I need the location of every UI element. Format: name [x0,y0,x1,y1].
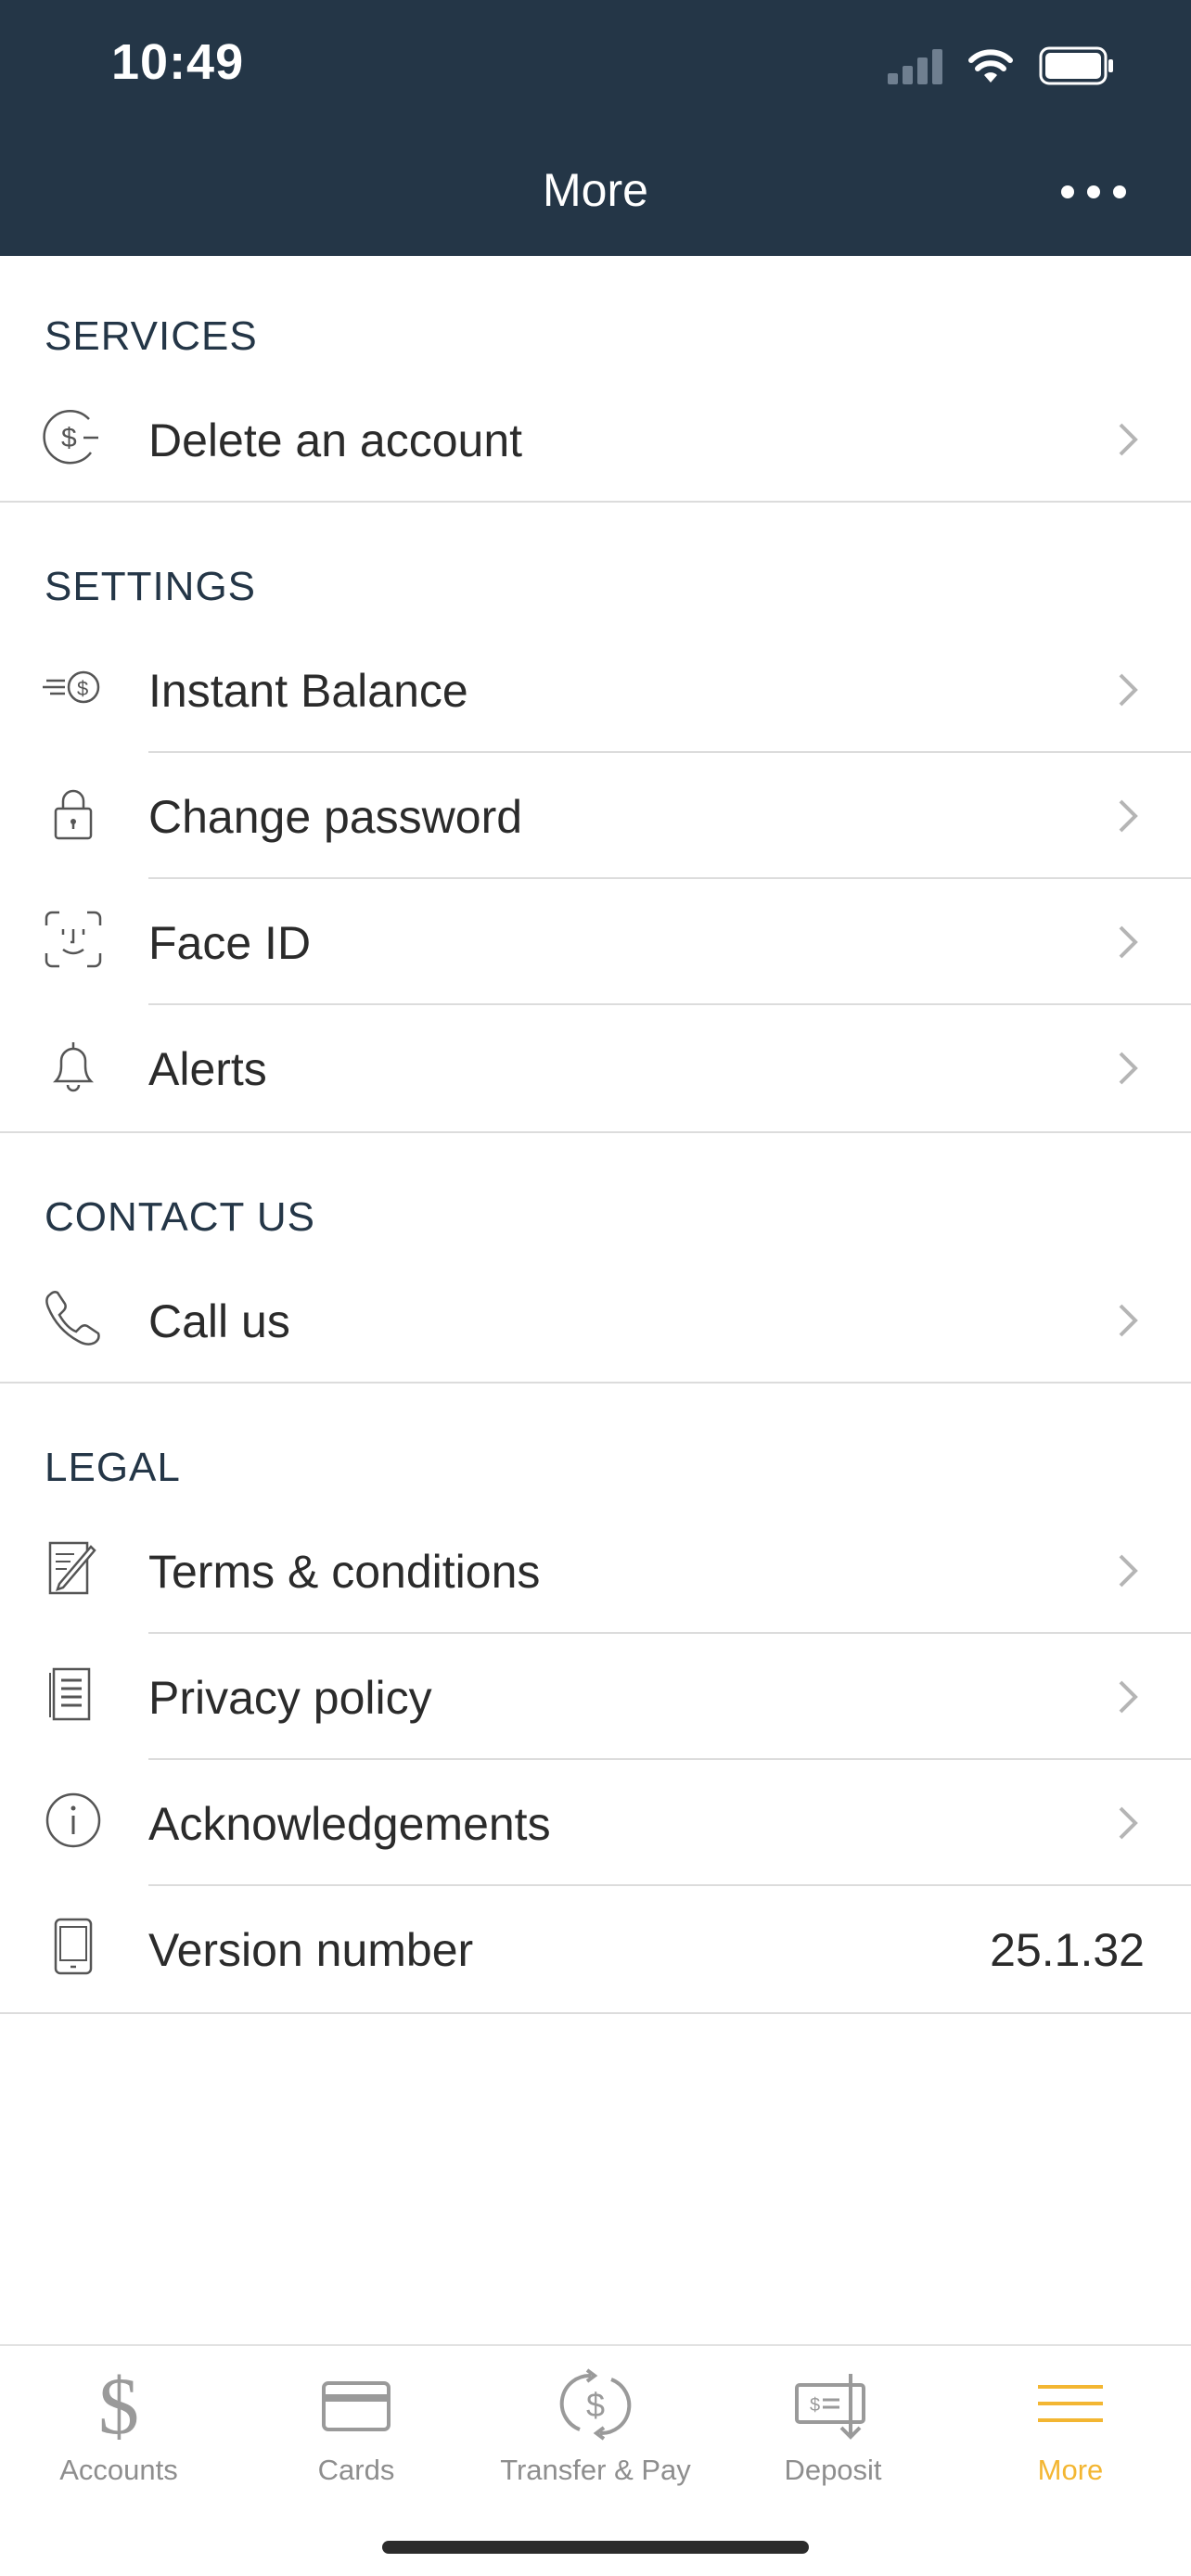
row-label: Acknowledgements [148,1798,551,1850]
wifi-icon [968,49,1013,83]
tab-label: Cards [317,2454,395,2486]
chevron-right-icon [1119,1806,1138,1840]
tab-transfer-pay[interactable]: $ Transfer & Pay [493,2363,698,2502]
divider [0,1131,1191,1133]
status-icons [888,43,1115,89]
row-privacy-policy[interactable]: Privacy policy [0,1634,1191,1760]
bell-icon [52,1042,95,1092]
row-label: Face ID [148,917,312,969]
row-label: Terms & conditions [148,1546,541,1598]
row-label: Instant Balance [148,665,468,717]
row-version-number: Version number 25.1.32 [0,1886,1191,2012]
document-pen-icon [48,1541,96,1595]
row-face-id[interactable]: Face ID [0,879,1191,1005]
home-indicator[interactable] [382,2541,809,2554]
divider [0,1382,1191,1384]
tab-deposit[interactable]: $ Deposit [731,2363,935,2502]
row-terms-conditions[interactable]: Terms & conditions [0,1508,1191,1634]
row-call-us[interactable]: Call us [0,1257,1191,1384]
chevron-right-icon [1119,673,1138,707]
menu-icon [1038,2385,1103,2422]
row-change-password[interactable]: Change password [0,753,1191,879]
row-instant-balance[interactable]: $ Instant Balance [0,627,1191,753]
row-label: Version number [148,1924,474,1976]
dollar-icon: $ [98,2363,139,2446]
row-label: Call us [148,1295,290,1347]
row-label: Change password [148,791,523,843]
instant-balance-icon: $ [43,670,100,704]
app-screen: 10:49 More SERVICES $ Delete an account [0,0,1191,2576]
tab-accounts[interactable]: $ Accounts [17,2363,221,2502]
divider [0,501,1191,503]
row-delete-account[interactable]: $ Delete an account [0,376,1191,503]
tab-label: Accounts [59,2454,178,2486]
phone-device-icon [54,1918,93,1975]
dollar-circle-icon: $ [43,409,98,465]
nav-header: 10:49 More [0,0,1191,256]
check-deposit-icon: $ [795,2374,865,2440]
info-icon [45,1792,101,1848]
page-title: More [543,164,648,216]
row-label: Privacy policy [148,1672,432,1724]
section-title-contact-us: CONTACT US [45,1194,315,1240]
chevron-right-icon [1119,1304,1138,1337]
section-title-legal: LEGAL [45,1445,181,1490]
transfer-icon: $ [559,2368,632,2441]
tab-more[interactable]: More [968,2363,1172,2502]
chevron-right-icon [1119,799,1138,833]
status-time: 10:49 [111,34,245,90]
phone-icon [45,1291,100,1345]
svg-text:$: $ [98,2363,139,2446]
chevron-right-icon [1119,1554,1138,1588]
chevron-right-icon [1119,925,1138,959]
row-label: Delete an account [148,414,523,466]
tab-label: More [1037,2454,1104,2486]
tab-label: Deposit [784,2454,882,2486]
signal-icon [888,47,942,84]
svg-text:$: $ [810,2395,820,2416]
more-options-icon[interactable] [1061,178,1126,206]
row-acknowledgements[interactable]: Acknowledgements [0,1760,1191,1886]
chevron-right-icon [1119,1052,1138,1085]
document-icon [49,1667,91,1721]
battery-icon [1039,46,1113,85]
section-title-services: SERVICES [45,313,258,359]
chevron-right-icon [1119,1680,1138,1714]
svg-text:$: $ [61,423,77,453]
chevron-right-icon [1119,423,1138,456]
lock-icon [54,789,93,840]
face-id-icon [45,911,102,968]
row-label: Alerts [148,1043,267,1095]
svg-text:$: $ [586,2386,605,2424]
svg-text:$: $ [77,677,88,700]
version-value: 25.1.32 [990,1924,1145,1976]
section-title-settings: SETTINGS [45,564,257,609]
row-alerts[interactable]: Alerts [0,1005,1191,1131]
card-icon [322,2381,391,2431]
divider [0,2012,1191,2014]
tab-label: Transfer & Pay [500,2454,691,2486]
tab-cards[interactable]: Cards [254,2363,458,2502]
